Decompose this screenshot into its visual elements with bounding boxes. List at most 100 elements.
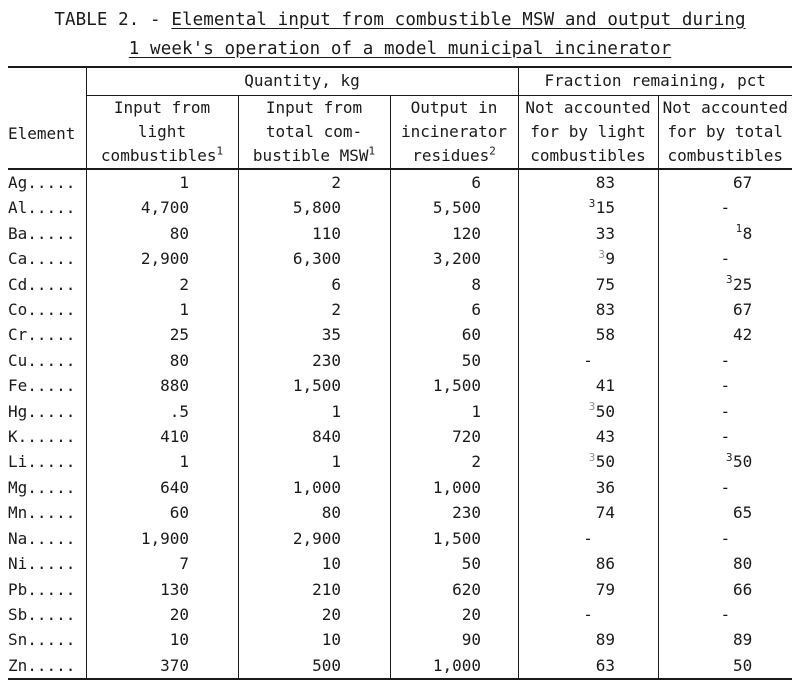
cell-text: 50 [733, 655, 753, 675]
cell-value: 6 [389, 297, 519, 323]
cell-value: .5 [85, 398, 238, 425]
cell-text: 6,300 [292, 249, 341, 269]
cell-text: 500 [312, 655, 341, 675]
row-element-label: Sn..... [8, 630, 76, 650]
cell-value: 2,900 [85, 246, 238, 272]
cell-text: 210 [312, 579, 341, 599]
table-row: Pb..... 130 210 620 79 66 [8, 576, 793, 602]
cell-text: 89 [595, 630, 616, 650]
cell-text: 1 [179, 452, 189, 472]
table-number: TABLE 2. - [54, 10, 172, 30]
cell-no-data: - [517, 601, 659, 628]
row-element-label: K...... [8, 427, 76, 447]
cell-text: 79 [595, 579, 616, 599]
cell-value: 1 [85, 169, 238, 196]
cell-text: 1,900 [140, 528, 189, 548]
cell-text: - [720, 528, 731, 548]
cell-value: 110 [237, 220, 390, 247]
cell-text: 3,200 [432, 249, 481, 269]
table-row: Cd..... 2 6 8 75 325 [8, 271, 793, 298]
table-head: Quantity, kg Fraction remaining, pct Ele… [8, 66, 793, 170]
row-element-label: Zn..... [8, 652, 86, 681]
cell-value: 50 [389, 551, 519, 577]
cell-value: 640 [85, 474, 238, 501]
cell-value: 20 [389, 601, 519, 628]
cell-text: 6 [471, 173, 481, 192]
cell-value: 6 [237, 271, 390, 298]
cell-text: 41 [595, 376, 616, 396]
cell-text: 80 [733, 554, 753, 574]
row-element-label: Cu..... [8, 350, 76, 370]
cell-text: 80 [169, 350, 189, 370]
cell-no-data: - [657, 474, 793, 501]
cell-value: 2,900 [237, 525, 390, 552]
table-row: Co..... 1 2 6 83 67 [8, 297, 793, 323]
cell-text: 83 [595, 300, 616, 320]
cell-text: 1,500 [432, 376, 481, 396]
header-line: for by total [667, 122, 784, 141]
cell-text: 80 [321, 503, 341, 523]
row-element-label: Sb..... [8, 604, 76, 624]
cell-value: 20 [85, 601, 238, 628]
cell-text: .5 [169, 401, 189, 421]
cell-text: 1 [331, 401, 341, 421]
header-line: combustibles [530, 146, 646, 165]
cell-text: 67 [733, 173, 753, 192]
table-row: Ba..... 80 110 120 33 18 [8, 220, 793, 247]
cell-value: 10 [85, 627, 238, 653]
cell-text: - [720, 604, 731, 624]
cell-value: 60 [85, 500, 238, 526]
table-container: Quantity, kg Fraction remaining, pct Ele… [8, 66, 793, 681]
cell-value: 2 [237, 297, 390, 323]
footnote-marker: 2 [489, 144, 496, 158]
table-row: Cu..... 80 230 50 - - [8, 347, 793, 374]
footnote-marker: 3 [588, 197, 596, 211]
cell-value: 6,300 [237, 246, 390, 272]
row-element-label: Li..... [8, 452, 76, 472]
cell-text: - [720, 376, 731, 396]
table-row: K...... 410 840 720 43 - [8, 424, 793, 450]
cell-value: 1 [85, 297, 238, 323]
cell-value: 1,500 [389, 525, 519, 552]
table-row: Na..... 1,900 2,900 1,500 - - [8, 525, 793, 552]
cell-text: - [583, 604, 593, 624]
cell-value: 350 [517, 449, 659, 475]
cell-value: 18 [657, 220, 793, 247]
cell-text: 2,900 [292, 528, 341, 548]
row-element-label: Mg..... [8, 477, 76, 497]
cell-text: 350 [588, 451, 616, 472]
cell-text: 80 [169, 223, 189, 243]
cell-text: 60 [169, 503, 189, 523]
cell-value: 75 [517, 271, 659, 298]
column-header-element: Element [8, 95, 86, 170]
cell-value: 1 [237, 398, 390, 425]
cell-value: 130 [85, 576, 238, 602]
row-element-label: Ag..... [8, 173, 76, 192]
cell-no-data: - [517, 525, 659, 552]
cell-value: 79 [517, 576, 659, 602]
row-element-label: Na..... [8, 528, 76, 548]
cell-text: 230 [312, 350, 341, 370]
cell-value: 63 [517, 652, 659, 681]
cell-text: 1 [331, 452, 341, 472]
cell-text: 35 [321, 325, 341, 345]
cell-value: 66 [657, 576, 793, 602]
cell-value: 620 [389, 576, 519, 602]
cell-text: 20 [461, 604, 481, 624]
cell-value: 43 [517, 424, 659, 450]
cell-text: 86 [595, 554, 616, 574]
table-row: Ca..... 2,900 6,300 3,200 39 - [8, 246, 793, 272]
cell-text: 25 [169, 325, 189, 345]
cell-value: 325 [657, 271, 793, 298]
header-line: total com- [265, 122, 363, 141]
cell-text: 20 [321, 604, 341, 624]
cell-text: 1 [179, 300, 189, 320]
cell-value: 350 [517, 398, 659, 425]
column-header-input-light: Input from light combustibles1 [85, 95, 238, 170]
cell-value: 67 [657, 297, 793, 323]
cell-text: 7 [179, 554, 189, 574]
cell-value: 10 [237, 627, 390, 653]
header-line: combustibles1 [87, 144, 238, 168]
cell-value: 50 [389, 347, 519, 374]
header-line: combustibles [667, 146, 784, 165]
